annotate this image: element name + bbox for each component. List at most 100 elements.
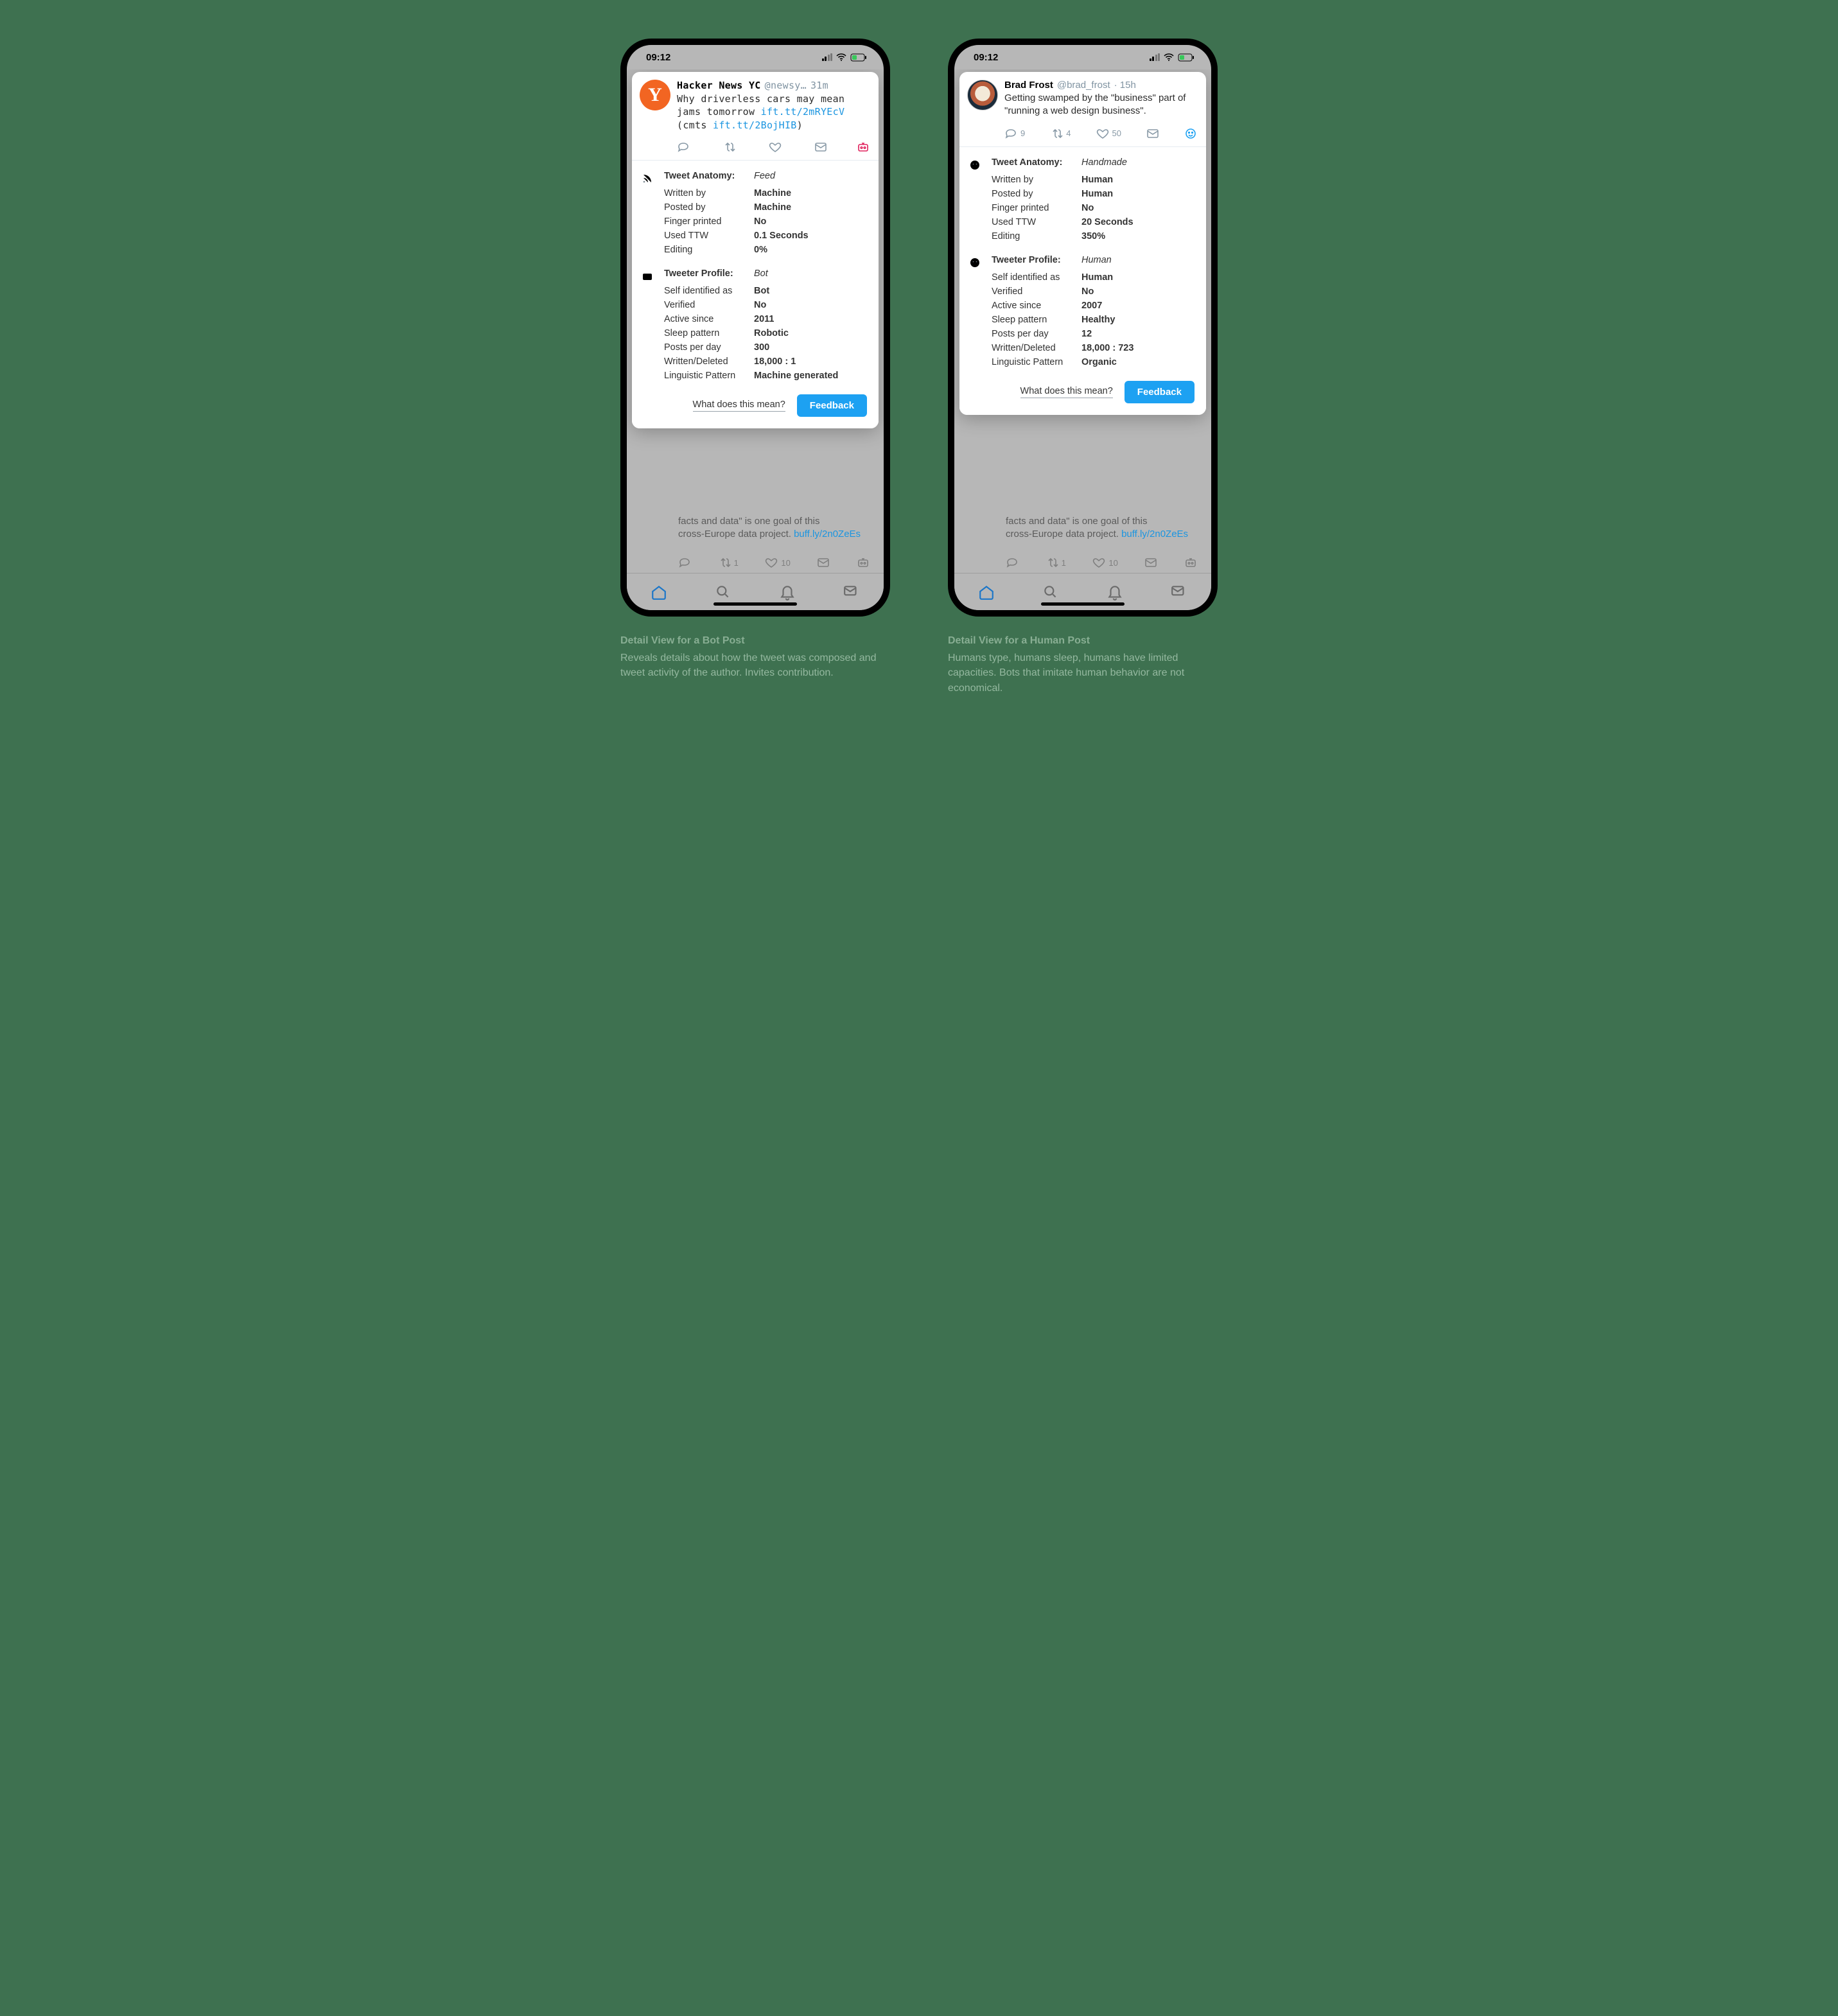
- profile-row: Self identified as Human: [992, 270, 1197, 285]
- status-time: 09:12: [646, 52, 670, 63]
- avatar[interactable]: Y: [640, 80, 670, 110]
- reply-icon: [677, 141, 690, 153]
- mail-icon: [817, 556, 830, 569]
- mail-icon: [1144, 556, 1157, 569]
- reply-button[interactable]: [678, 556, 691, 569]
- caption-body: Humans type, humans sleep, humans have l…: [948, 653, 1184, 693]
- bot-icon: [1184, 556, 1197, 569]
- signal-icon: [1150, 54, 1160, 61]
- home-indicator[interactable]: [713, 602, 797, 606]
- anatomy-section: Tweet Anatomy: Feed Written by Machine P…: [641, 171, 870, 257]
- row-value: No: [754, 300, 766, 310]
- retweet-button[interactable]: 1: [1046, 556, 1066, 569]
- tab-notifications[interactable]: [779, 584, 796, 600]
- row-value: Machine: [754, 202, 791, 213]
- what-does-this-mean-link[interactable]: What does this mean?: [693, 399, 785, 412]
- face-icon: [968, 159, 981, 171]
- row-key: Editing: [664, 245, 754, 255]
- caption-body: Reveals details about how the tweet was …: [620, 653, 876, 678]
- retweet-button[interactable]: 1: [718, 556, 739, 569]
- row-key: Active since: [664, 314, 754, 324]
- mail-icon: [814, 141, 827, 153]
- row-key: Self identified as: [664, 286, 754, 296]
- tab-messages[interactable]: [1171, 584, 1187, 600]
- background-tweet-text: facts and data" is one goal of thiscross…: [959, 515, 1206, 541]
- reply-button[interactable]: [677, 141, 693, 153]
- anatomy-row: Written by Machine: [664, 186, 870, 200]
- share-button[interactable]: [814, 141, 827, 153]
- share-button[interactable]: [1146, 127, 1159, 140]
- background-tweet-actions: 1 10: [959, 550, 1206, 573]
- anatomy-row: Posted by Human: [992, 187, 1197, 201]
- bot-indicator-button[interactable]: [1184, 127, 1197, 140]
- like-button[interactable]: 50: [1096, 127, 1121, 140]
- bot-indicator-button[interactable]: [857, 556, 870, 569]
- wifi-icon: [836, 53, 846, 61]
- face-icon: [968, 256, 981, 269]
- row-key: Finger printed: [992, 203, 1081, 213]
- reply-button[interactable]: [1006, 556, 1019, 569]
- like-button[interactable]: 10: [1092, 556, 1117, 569]
- bot-indicator-button[interactable]: [1184, 556, 1197, 569]
- tab-home[interactable]: [978, 584, 995, 600]
- anatomy-section: Tweet Anatomy: Handmade Written by Human…: [968, 157, 1197, 243]
- row-value: 18,000 : 1: [754, 356, 796, 367]
- profile-title: Tweeter Profile:: [992, 255, 1081, 265]
- row-key: Posted by: [664, 202, 754, 213]
- tweet-author-handle[interactable]: @newsy…: [765, 80, 807, 91]
- reply-icon: [1004, 127, 1017, 140]
- tweet-detail-card: Y Hacker News YC @newsy… 31m Why driverl…: [632, 72, 879, 428]
- reply-button[interactable]: 9: [1004, 127, 1025, 140]
- tweet-time: 31m: [810, 80, 828, 91]
- tab-notifications[interactable]: [1107, 584, 1123, 600]
- background-tweet-actions: 1 10: [632, 550, 879, 573]
- share-button[interactable]: [1144, 556, 1157, 569]
- row-value: 300: [754, 342, 769, 353]
- anatomy-row: Written by Human: [992, 173, 1197, 187]
- profile-title: Tweeter Profile:: [664, 268, 754, 279]
- feedback-button[interactable]: Feedback: [797, 394, 867, 417]
- phone-frame: 09:12 facts and data" is one goal of thi…: [620, 39, 890, 617]
- tab-home[interactable]: [651, 584, 667, 600]
- row-value: 0.1 Seconds: [754, 231, 809, 241]
- tweet-author-name[interactable]: Hacker News YC: [677, 80, 761, 91]
- tweet-author-handle[interactable]: @brad_frost: [1057, 80, 1110, 91]
- row-value: 12: [1081, 329, 1092, 339]
- screen: 09:12 facts and data" is one goal of thi…: [954, 45, 1211, 610]
- like-button[interactable]: 10: [765, 556, 790, 569]
- rt-icon: [1050, 127, 1063, 140]
- battery-icon: [850, 53, 867, 62]
- tab-messages[interactable]: [843, 584, 860, 600]
- avatar[interactable]: [967, 80, 998, 110]
- tweet-author-name[interactable]: Brad Frost: [1004, 80, 1053, 91]
- heart-icon: [769, 141, 782, 153]
- row-value: Robotic: [754, 328, 789, 338]
- phone-frame: 09:12 facts and data" is one goal of thi…: [948, 39, 1218, 617]
- tab-search[interactable]: [1042, 584, 1059, 600]
- row-key: Written/Deleted: [664, 356, 754, 367]
- retweet-button[interactable]: [722, 141, 739, 153]
- retweet-button[interactable]: 4: [1050, 127, 1071, 140]
- mail-icon: [1146, 127, 1159, 140]
- share-button[interactable]: [817, 556, 830, 569]
- anatomy-type: Feed: [754, 171, 775, 181]
- tab-search[interactable]: [715, 584, 731, 600]
- profile-row: Verified No: [664, 298, 870, 312]
- row-key: Written by: [992, 175, 1081, 185]
- profile-row: Verified No: [992, 285, 1197, 299]
- row-key: Posts per day: [664, 342, 754, 353]
- caption: Detail View for a Bot Post Reveals detai…: [620, 633, 884, 681]
- bot-icon: [857, 556, 870, 569]
- retweet-count: 4: [1066, 128, 1071, 138]
- reply-icon: [678, 556, 691, 569]
- row-value: 350%: [1081, 231, 1105, 241]
- what-does-this-mean-link[interactable]: What does this mean?: [1020, 386, 1113, 398]
- feedback-button[interactable]: Feedback: [1125, 381, 1195, 403]
- row-key: Used TTW: [992, 217, 1081, 227]
- bot-icon: [857, 141, 870, 153]
- bot-indicator-button[interactable]: [857, 141, 870, 153]
- home-indicator[interactable]: [1041, 602, 1125, 606]
- tweet-detail-card: Brad Frost @brad_frost · 15h Getting swa…: [959, 72, 1206, 415]
- like-button[interactable]: [769, 141, 785, 153]
- tweet-actions: 9 4 50: [959, 123, 1206, 147]
